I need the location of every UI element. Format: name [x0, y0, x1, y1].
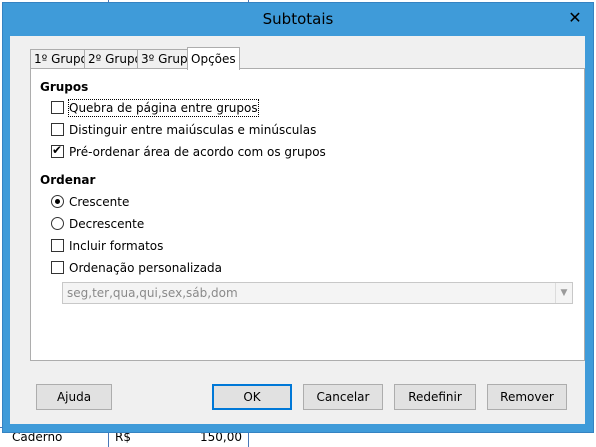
remove-button[interactable]: Remover: [487, 384, 567, 410]
case-sensitive-label[interactable]: Distinguir entre maiúsculas e minúsculas: [69, 122, 316, 138]
include-formats-label[interactable]: Incluir formatos: [69, 238, 163, 254]
subtotals-dialog: Subtotais ✕ 1º Grupo 2º Grupo 3º Grupo O…: [2, 2, 594, 433]
dialog-body: 1º Grupo 2º Grupo 3º Grupo Opções Grupos…: [10, 36, 585, 424]
sort-section-title: Ordenar: [40, 173, 96, 187]
page-break-label[interactable]: Quebra de página entre grupos: [68, 99, 259, 117]
chevron-down-icon[interactable]: ▼: [555, 283, 572, 303]
tab-group-1[interactable]: 1º Grupo: [30, 49, 92, 69]
custom-sort-list-value: seg,ter,qua,qui,sex,sáb,dom: [67, 286, 238, 300]
presort-checkbox[interactable]: ✔: [51, 143, 64, 158]
custom-sort-list-dropdown[interactable]: seg,ter,qua,qui,sex,sáb,dom ▼: [62, 282, 573, 304]
include-formats-checkbox[interactable]: [51, 239, 64, 252]
radio-selected-dot: [55, 199, 60, 204]
dialog-title: Subtotais: [262, 10, 334, 28]
reset-button[interactable]: Redefinir: [394, 384, 476, 410]
groups-section-title: Grupos: [40, 80, 89, 94]
options-panel: Grupos Quebra de página entre grupos Dis…: [30, 68, 585, 361]
page-break-checkbox[interactable]: [51, 101, 64, 114]
ascending-label[interactable]: Crescente: [69, 194, 129, 210]
custom-sort-checkbox[interactable]: [51, 261, 64, 274]
close-icon[interactable]: ✕: [565, 9, 585, 27]
help-button[interactable]: Ajuda: [36, 384, 112, 410]
case-sensitive-checkbox[interactable]: [51, 123, 64, 136]
ascending-radio[interactable]: [51, 195, 64, 208]
cancel-button[interactable]: Cancelar: [303, 384, 383, 410]
ok-button[interactable]: OK: [212, 384, 292, 410]
title-bar[interactable]: Subtotais ✕: [3, 3, 593, 36]
tab-options[interactable]: Opções: [187, 47, 240, 70]
presort-label[interactable]: Pré-ordenar área de acordo com os grupos: [69, 144, 326, 160]
descending-label[interactable]: Decrescente: [69, 216, 144, 232]
custom-sort-label[interactable]: Ordenação personalizada: [69, 260, 222, 276]
checkmark-icon: ✔: [52, 143, 63, 157]
descending-radio[interactable]: [51, 217, 64, 230]
